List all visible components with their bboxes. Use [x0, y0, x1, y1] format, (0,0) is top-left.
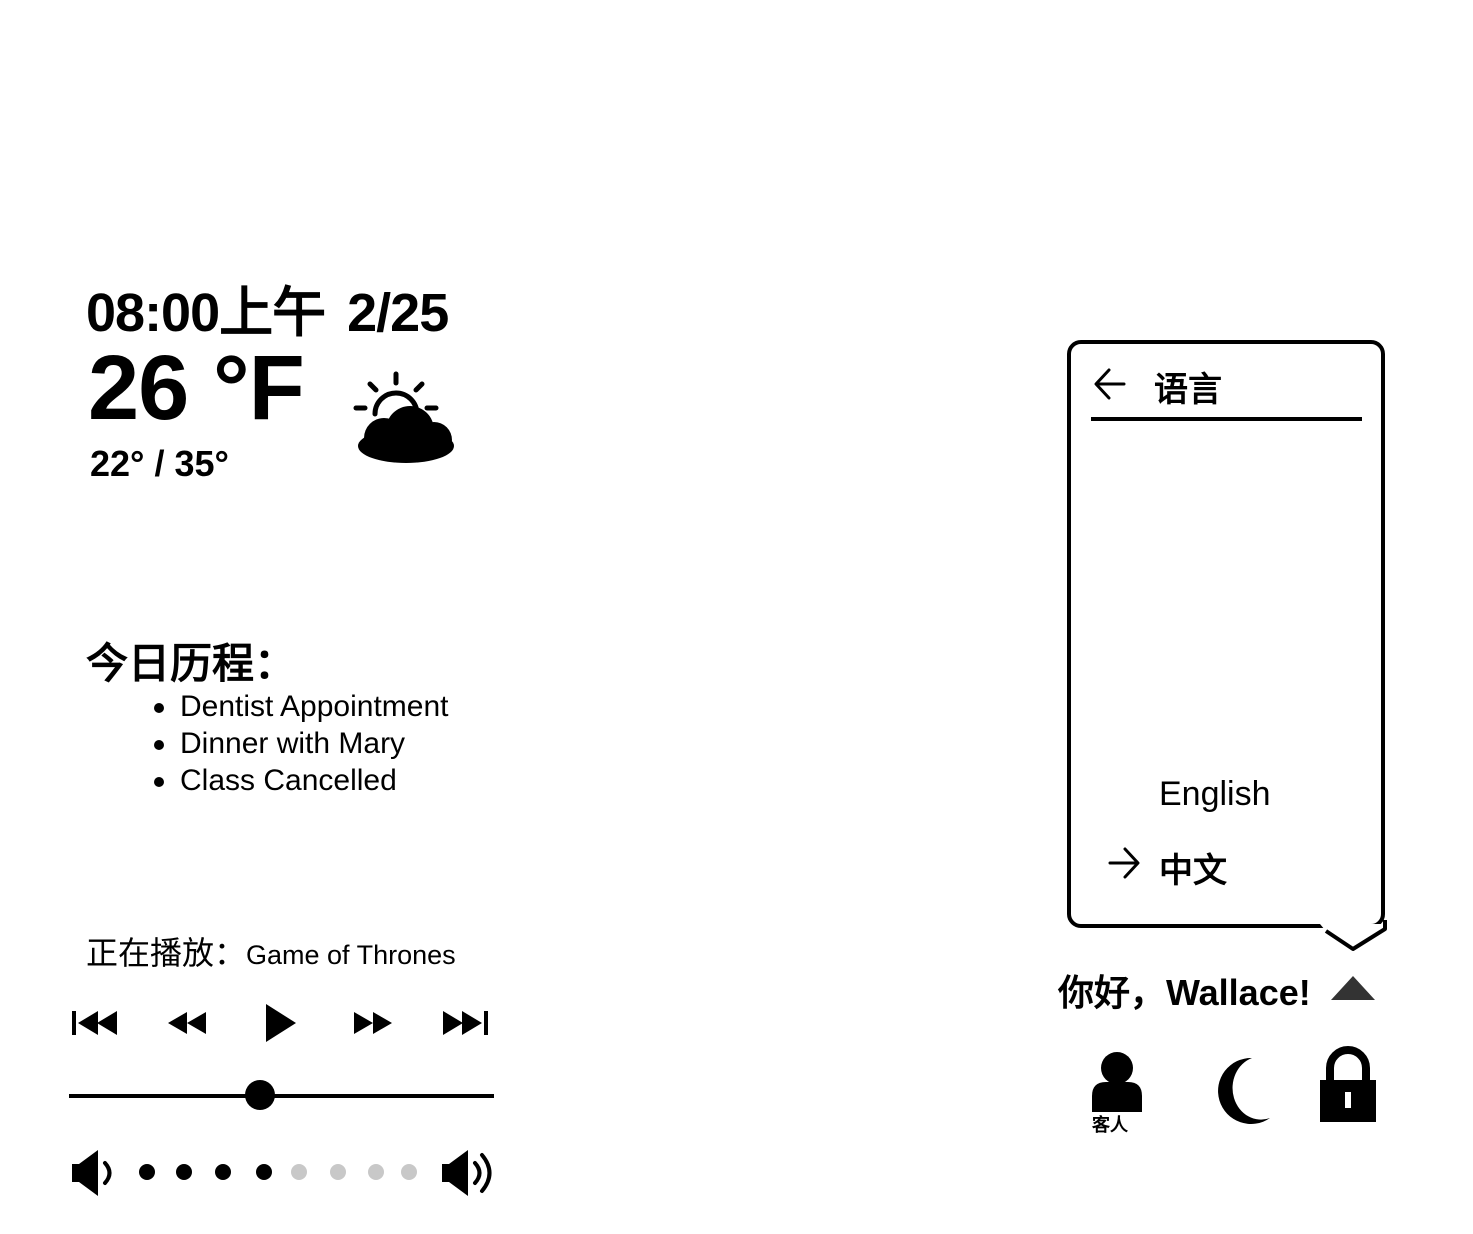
lock-icon[interactable]: [1316, 1046, 1380, 1124]
moon-icon[interactable]: [1204, 1054, 1274, 1124]
volume-dot[interactable]: [368, 1164, 384, 1180]
now-playing: 正在播放：Game of Thrones: [86, 928, 456, 974]
caret-up-icon[interactable]: [1329, 974, 1377, 1002]
volume-dot[interactable]: [291, 1164, 307, 1180]
volume-dot[interactable]: [139, 1164, 155, 1180]
schedule-list: Dentist Appointment Dinner with Mary Cla…: [154, 688, 449, 799]
greeting: 你好，Wallace!: [1058, 972, 1311, 1013]
now-playing-label: 正在播放：: [86, 935, 247, 971]
progress-knob[interactable]: [245, 1080, 276, 1110]
panel-divider: [1091, 417, 1362, 421]
language-panel-title: 语言: [1154, 371, 1222, 409]
schedule-item: Dentist Appointment: [154, 690, 449, 723]
clock-date: 2/25: [347, 283, 449, 343]
language-panel: [1067, 340, 1385, 928]
volume-dot[interactable]: [176, 1164, 192, 1180]
current-temperature: 26 °F: [88, 337, 305, 439]
now-playing-title: Game of Thrones: [246, 940, 456, 970]
schedule-item: Dinner with Mary: [154, 725, 449, 762]
partly-cloudy-icon: [353, 371, 454, 463]
schedule-item: Class Cancelled: [154, 762, 449, 799]
temperature-range: 22° / 35°: [90, 443, 229, 484]
schedule-title: 今日历程：: [86, 640, 297, 687]
volume-low-icon[interactable]: [70, 1146, 118, 1200]
volume-dot[interactable]: [215, 1164, 231, 1180]
language-option-english[interactable]: English: [1159, 775, 1271, 814]
fast-forward-icon[interactable]: [352, 1002, 394, 1044]
guest-label: 客人: [1092, 1115, 1128, 1135]
language-option-chinese[interactable]: 中文: [1159, 843, 1227, 892]
play-icon[interactable]: [262, 1002, 300, 1044]
volume-dot[interactable]: [401, 1164, 417, 1180]
rewind-icon[interactable]: [166, 1002, 208, 1044]
skip-previous-icon[interactable]: [70, 1002, 118, 1044]
arrow-left-icon[interactable]: [1092, 364, 1128, 404]
volume-high-icon[interactable]: [440, 1146, 496, 1200]
volume-dot[interactable]: [330, 1164, 346, 1180]
volume-dot[interactable]: [256, 1164, 272, 1180]
user-icon[interactable]: [1088, 1050, 1148, 1112]
progress-track[interactable]: [69, 1094, 494, 1098]
clock-time: 08:00上午: [86, 283, 326, 343]
skip-next-icon[interactable]: [442, 1002, 490, 1044]
panel-tail: [1320, 920, 1390, 951]
arrow-right-icon: [1108, 847, 1140, 879]
